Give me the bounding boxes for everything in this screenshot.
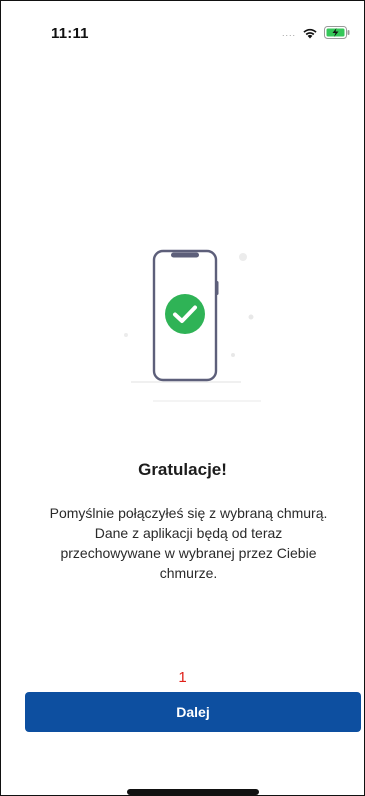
next-button[interactable]: Dalej [25, 692, 361, 732]
message-line: chmurze. [159, 565, 218, 581]
step-marker: 1 [178, 669, 187, 686]
page-title: Gratulacje! [138, 460, 227, 479]
status-time: 11:11 [51, 25, 89, 42]
app-screen: 11:11 .... Gratulacje! Pomyślnie połączy… [0, 0, 365, 796]
signal-icon: .... [281, 27, 296, 38]
phone-checkmark-illustration [111, 239, 261, 409]
phone-checkmark-icon [124, 249, 261, 402]
status-bar: 11:11 .... [1, 1, 364, 45]
wifi-icon [302, 27, 318, 39]
battery-charging-icon [324, 26, 350, 39]
success-message: Pomyślnie połączyłeś się z wybraną chmur… [19, 503, 358, 583]
message-line: przechowywane w wybranej przez Ciebie [60, 545, 317, 561]
status-indicators: .... [282, 26, 350, 39]
message-line: Pomyślnie połączyłeś się z wybraną chmur… [49, 505, 328, 521]
message-line: Dane z aplikacji będą od teraz [94, 525, 283, 541]
home-indicator [127, 789, 259, 795]
